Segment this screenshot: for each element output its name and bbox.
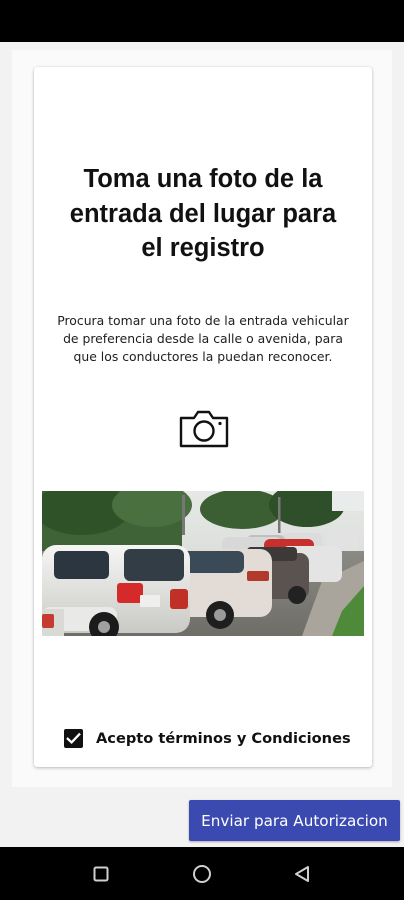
submit-authorization-button[interactable]: Enviar para Autorizacion <box>189 800 400 841</box>
outer-panel: Toma una foto de la entrada del lugar pa… <box>12 50 392 787</box>
take-photo-button[interactable] <box>177 405 231 451</box>
parking-lot-photo <box>42 491 364 636</box>
registration-screen: Toma una foto de la entrada del lugar pa… <box>0 42 404 847</box>
instructions-line: que los conductores la puedan reconocer. <box>73 348 333 364</box>
instructions-line: Procura tomar una foto de la entrada veh… <box>57 313 349 328</box>
camera-icon <box>179 410 229 448</box>
title-line: Toma una foto de la <box>83 165 323 193</box>
triangle-back-icon <box>295 866 309 882</box>
terms-label: Acepto términos y Condiciones <box>96 729 351 747</box>
title-line: el registro <box>141 234 265 262</box>
back-button[interactable] <box>291 863 313 885</box>
circle-icon <box>193 865 211 883</box>
square-icon <box>93 866 109 882</box>
terms-checkbox[interactable] <box>64 728 83 748</box>
home-button[interactable] <box>191 863 213 885</box>
title-line: entrada del lugar para <box>69 199 337 228</box>
status-bar <box>0 0 404 42</box>
page-title: Toma una foto de la entrada del lugar pa… <box>48 162 358 266</box>
recents-button[interactable] <box>90 863 112 885</box>
instructions-text: Procura tomar una foto de la entrada veh… <box>38 312 368 365</box>
photo-card: Toma una foto de la entrada del lugar pa… <box>34 67 372 767</box>
instructions-line: de preferencia desde la calle o avenida,… <box>63 330 343 346</box>
navigation-bar <box>0 847 404 900</box>
terms-checkbox-row[interactable]: Acepto términos y Condiciones <box>64 725 351 751</box>
checkmark-icon <box>66 732 81 744</box>
